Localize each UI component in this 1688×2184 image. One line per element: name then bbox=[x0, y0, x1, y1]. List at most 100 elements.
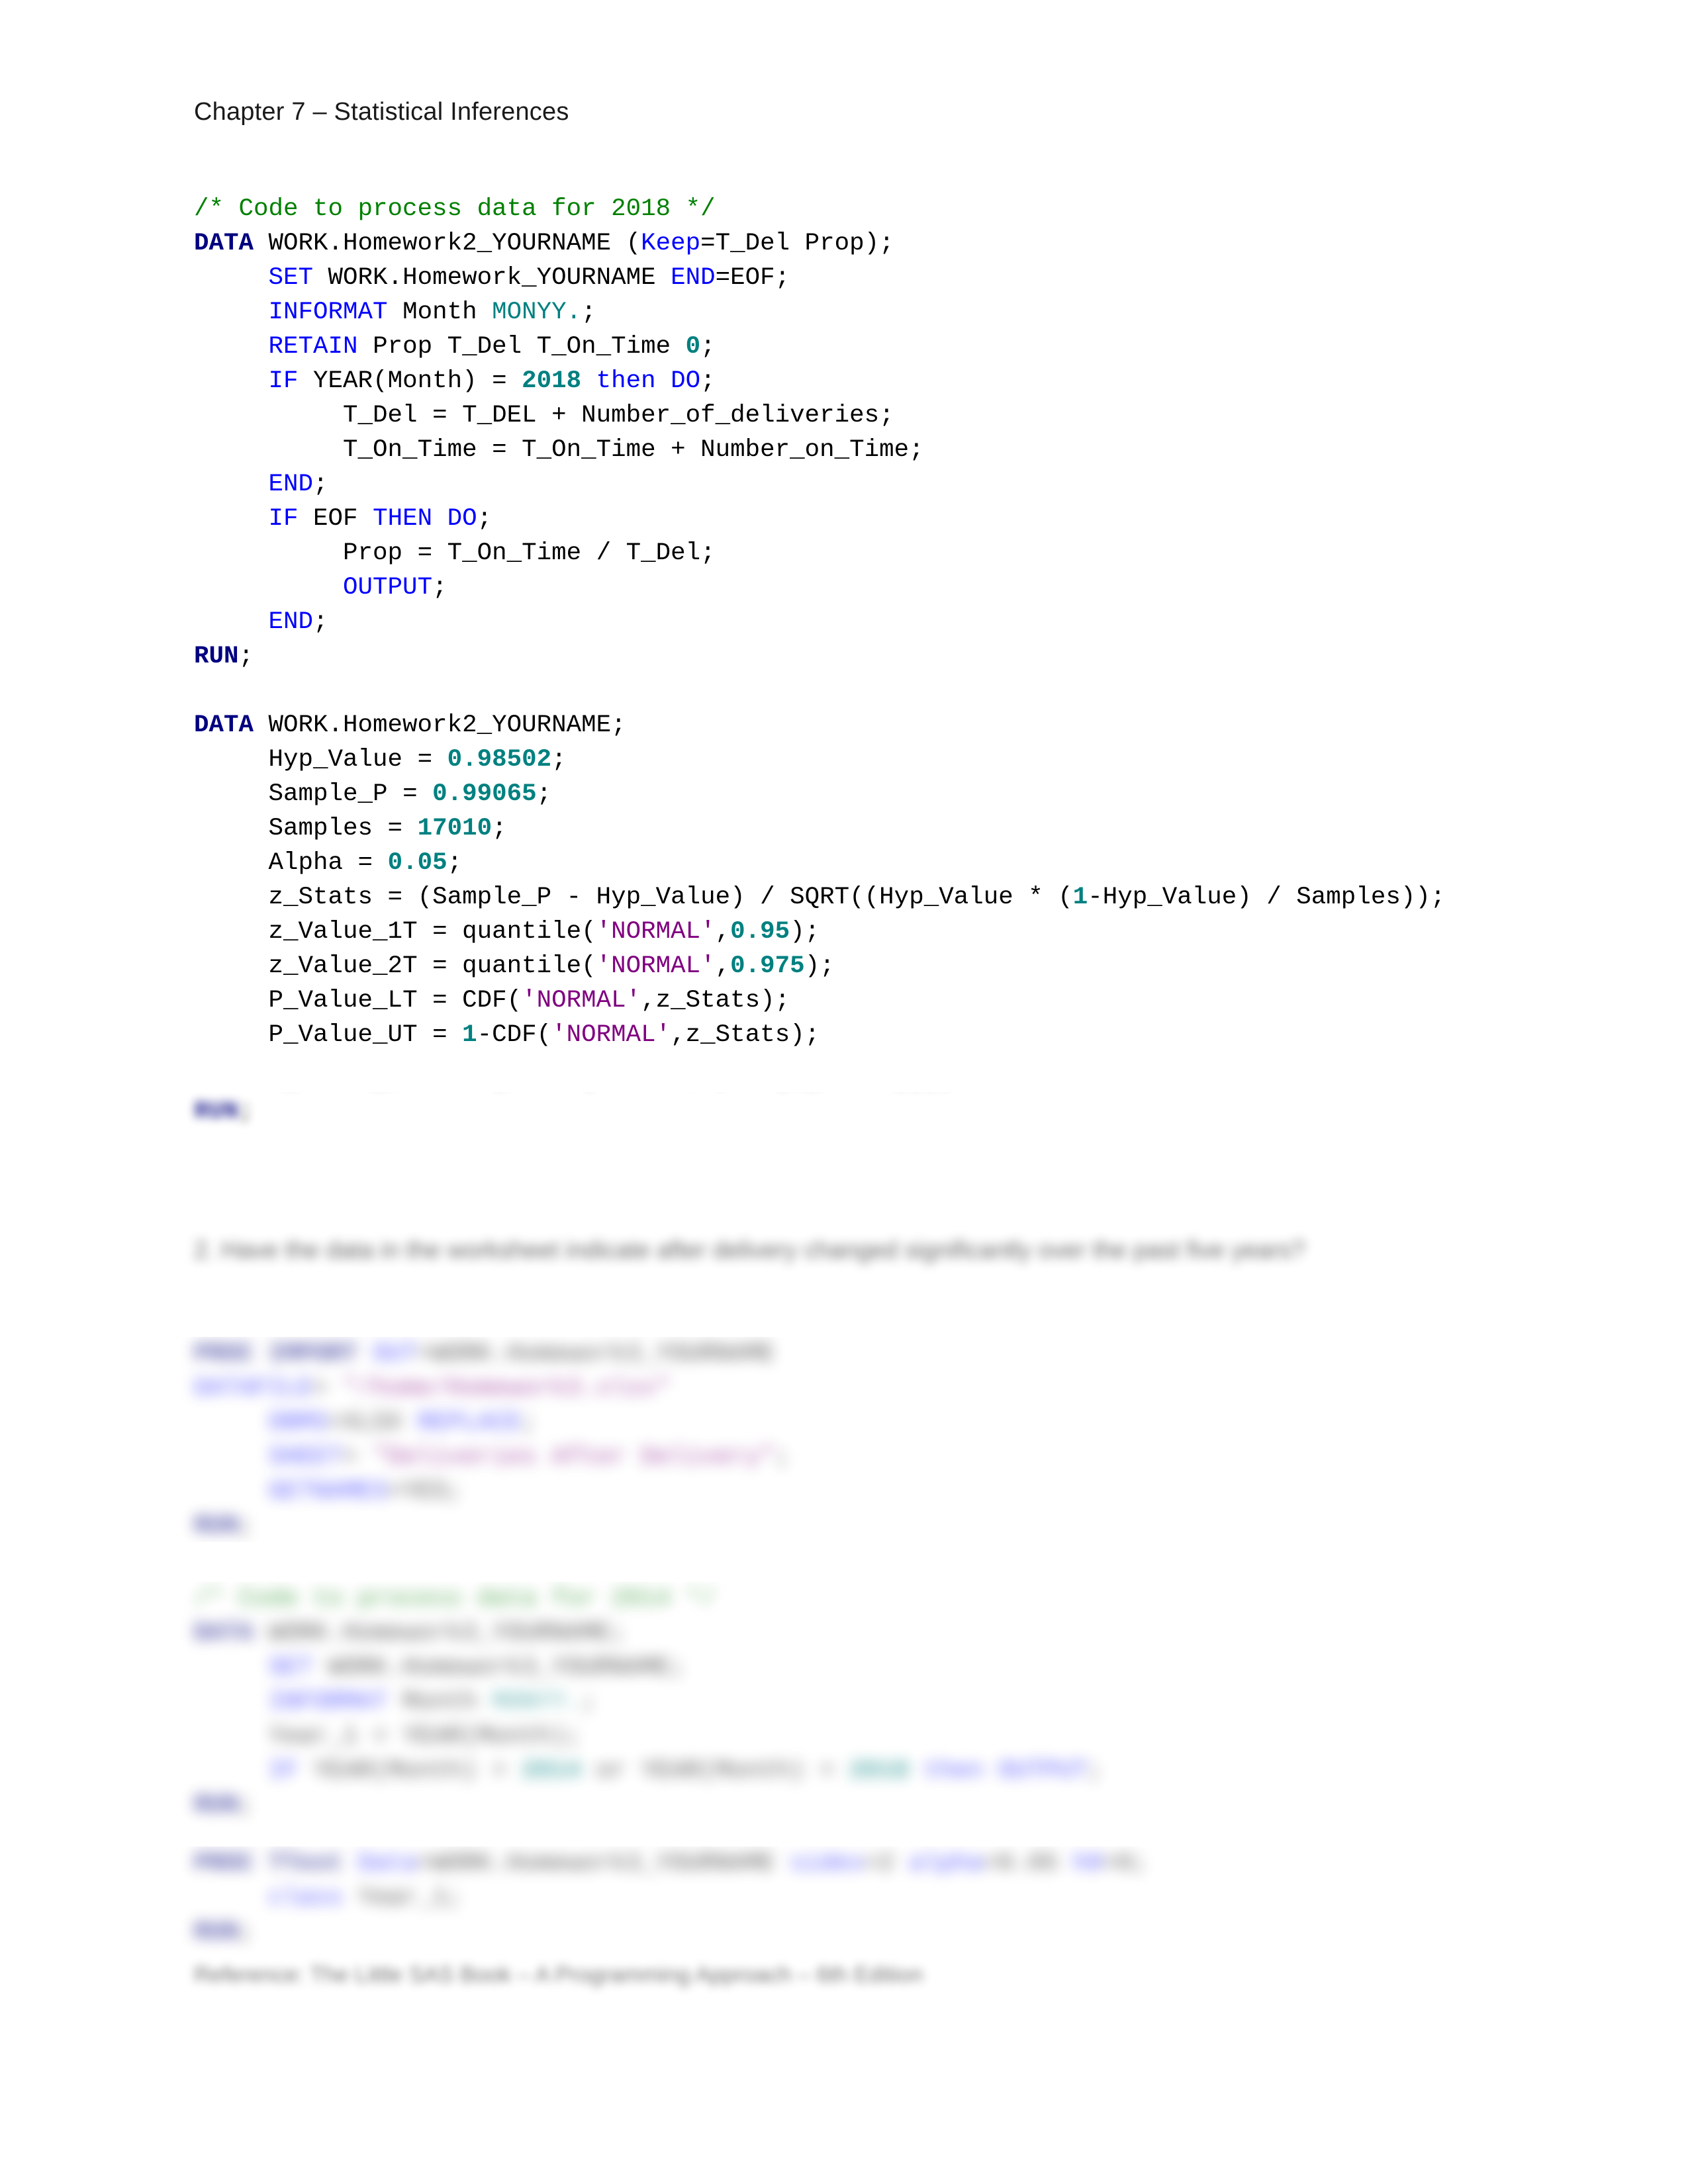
code-line: OUTPUT; bbox=[194, 570, 1524, 605]
code-token-stmt: then OUTPUT bbox=[923, 1757, 1088, 1785]
code-token-plain: Prop = T_On_Time / T_Del; bbox=[194, 539, 716, 567]
code-token-stmt: h0 bbox=[1072, 1850, 1103, 1878]
code-token-plain: , bbox=[715, 952, 731, 980]
code-token-plain: ; bbox=[238, 1919, 254, 1946]
code-token-plain: =YES; bbox=[387, 1478, 463, 1506]
code-token-num: 0.05 bbox=[387, 849, 447, 877]
code-token-num: 2014 bbox=[522, 1757, 582, 1785]
blurred-ttest-code-block: PROC TTest Data=WORK.Homework3_YOURNAME … bbox=[0, 1846, 1688, 1966]
code-line: END; bbox=[194, 605, 1524, 639]
code-token-plain: YEAR(Month) = bbox=[641, 1757, 850, 1785]
code-token-plain: T_On_Time = T_On_Time + Number_on_Time; bbox=[194, 436, 924, 464]
code-line: DATA WORK.Homework3_YOURNAME; bbox=[194, 1616, 1524, 1651]
code-line: Hyp_Value = 0.98502; bbox=[194, 743, 1524, 777]
code-token-plain: =0; bbox=[1102, 1850, 1148, 1878]
code-token-plain: ); bbox=[790, 918, 820, 946]
code-token-str: 'NORMAL' bbox=[596, 918, 716, 946]
code-line: IF YEAR(Month) = 2018 then DO; bbox=[194, 364, 1524, 398]
code-token-stmt: END bbox=[671, 264, 716, 292]
code-line: P_Value_LT = CDF('NORMAL',z_Stats); bbox=[194, 983, 1524, 1018]
code-token-plain: =T_Del Prop); bbox=[700, 230, 894, 257]
blurred-question-paragraph: 2. Have the data in the worksheet indica… bbox=[194, 1236, 1305, 1263]
code-token-plain: ; bbox=[700, 333, 716, 361]
code-token-stmt: OUT bbox=[373, 1340, 418, 1368]
code-line: T_On_Time = T_On_Time + Number_on_Time; bbox=[194, 433, 1524, 467]
page-title: Chapter 7 – Statistical Inferences bbox=[194, 98, 569, 126]
code-token-str: 'NORMAL' bbox=[522, 987, 641, 1015]
code-token-plain: ; bbox=[581, 298, 596, 326]
code-token-plain: YEAR(Month) = bbox=[298, 1757, 522, 1785]
code-line: Samples = 17010; bbox=[194, 811, 1524, 846]
code-token-plain: ,z_Stats); bbox=[671, 1021, 820, 1049]
code-token-str: "/home/Homework3.xlsx" bbox=[343, 1375, 671, 1402]
code-line: Prop = T_On_Time / T_Del; bbox=[194, 536, 1524, 570]
code-token-plain: ; bbox=[238, 1098, 254, 1126]
code-token-plain: ; bbox=[581, 1688, 596, 1716]
blurred-reference-footer: Reference: The Little SAS Book – A Progr… bbox=[194, 1962, 923, 1987]
code-token-plain: Year_1; bbox=[343, 1884, 463, 1912]
code-token-num: 1 bbox=[1072, 884, 1088, 911]
code-token-plain: ; bbox=[551, 746, 567, 774]
code-token-num: 2018 bbox=[849, 1757, 910, 1785]
code-line: class Year_1; bbox=[194, 1881, 1524, 1915]
code-token-num: 0.95 bbox=[730, 918, 790, 946]
code-line: INFORMAT Month MONYY.; bbox=[194, 295, 1524, 330]
code-line: SET WORK.Homework3_YOURNAME; bbox=[194, 1651, 1524, 1685]
code-token-stmt: DBMS bbox=[268, 1409, 328, 1437]
code-token-proc: DATA bbox=[194, 711, 254, 739]
code-token-plain: ; bbox=[238, 643, 254, 670]
code-line: /* Code to process data for 2018 */ bbox=[194, 192, 1524, 226]
blurred-import-code-block: PROC IMPORT OUT=WORK.Homework3_YOURNAME D… bbox=[0, 1337, 1688, 1542]
code-token-str: 'NORMAL' bbox=[596, 952, 716, 980]
code-line: P_Value_UT = 1-CDF('NORMAL',z_Stats); bbox=[194, 1018, 1524, 1052]
code-token-stmt: OUTPUT bbox=[343, 574, 433, 602]
code-token-plain: Month bbox=[387, 1688, 492, 1716]
code-token-fmt: MONYY. bbox=[492, 1688, 582, 1716]
code-token-plain: =WORK.Homework3_YOURNAME bbox=[417, 1850, 790, 1878]
code-token-num: 1 bbox=[462, 1021, 477, 1049]
code-token-stmt: alpha bbox=[909, 1850, 984, 1878]
code-token-plain: = bbox=[313, 1375, 344, 1402]
code-token-stmt: IF bbox=[268, 367, 299, 395]
code-token-plain: ,z_Stats); bbox=[641, 987, 790, 1015]
code-line: RUN; bbox=[194, 1915, 1524, 1950]
code-token-plain: ); bbox=[804, 952, 835, 980]
code-token-plain: z_Stats = (Sample_P - Hyp_Value) / SQRT(… bbox=[194, 884, 1073, 911]
code-token-stmt: class bbox=[268, 1884, 344, 1912]
code-token-plain: =0.05 bbox=[983, 1850, 1073, 1878]
code-line: z_Stats = (Sample_P - Hyp_Value) / SQRT(… bbox=[194, 880, 1524, 915]
code-token-plain: =2 bbox=[864, 1850, 910, 1878]
document-page: Chapter 7 – Statistical Inferences /* Co… bbox=[0, 0, 1688, 2184]
code-token-plain: P_Value_LT = CDF( bbox=[194, 987, 522, 1015]
code-token-plain: WORK.Homework3_YOURNAME; bbox=[254, 1619, 626, 1647]
code-token-fmt: MONYY. bbox=[492, 298, 582, 326]
code-token-plain: ; bbox=[238, 1512, 254, 1540]
code-token-proc: RUN bbox=[194, 643, 239, 670]
code-line: PROC TTest Data=WORK.Homework3_YOURNAME … bbox=[194, 1846, 1524, 1881]
code-token-plain: WORK.Homework_YOURNAME bbox=[313, 264, 671, 292]
code-line: T_Del = T_DEL + Number_of_deliveries; bbox=[194, 398, 1524, 433]
code-token-proc: RUN bbox=[194, 1098, 239, 1126]
code-token-plain: ; bbox=[432, 574, 447, 602]
code-line: RUN; bbox=[194, 1509, 1524, 1542]
code-token-plain: ; bbox=[477, 505, 492, 533]
code-line: DATA WORK.Homework2_YOURNAME; bbox=[194, 708, 1524, 743]
code-token-cmt: /* Code to process data for 2018 */ bbox=[194, 195, 716, 223]
code-token-str: 'NORMAL' bbox=[551, 1021, 671, 1049]
code-token-plain: -CDF( bbox=[477, 1021, 552, 1049]
code-token-stmt: Keep bbox=[641, 230, 701, 257]
code-token-plain: P_Value_UT = bbox=[194, 1021, 463, 1049]
code-token-plain: ; bbox=[700, 367, 716, 395]
code-token-plain: Month bbox=[387, 298, 492, 326]
